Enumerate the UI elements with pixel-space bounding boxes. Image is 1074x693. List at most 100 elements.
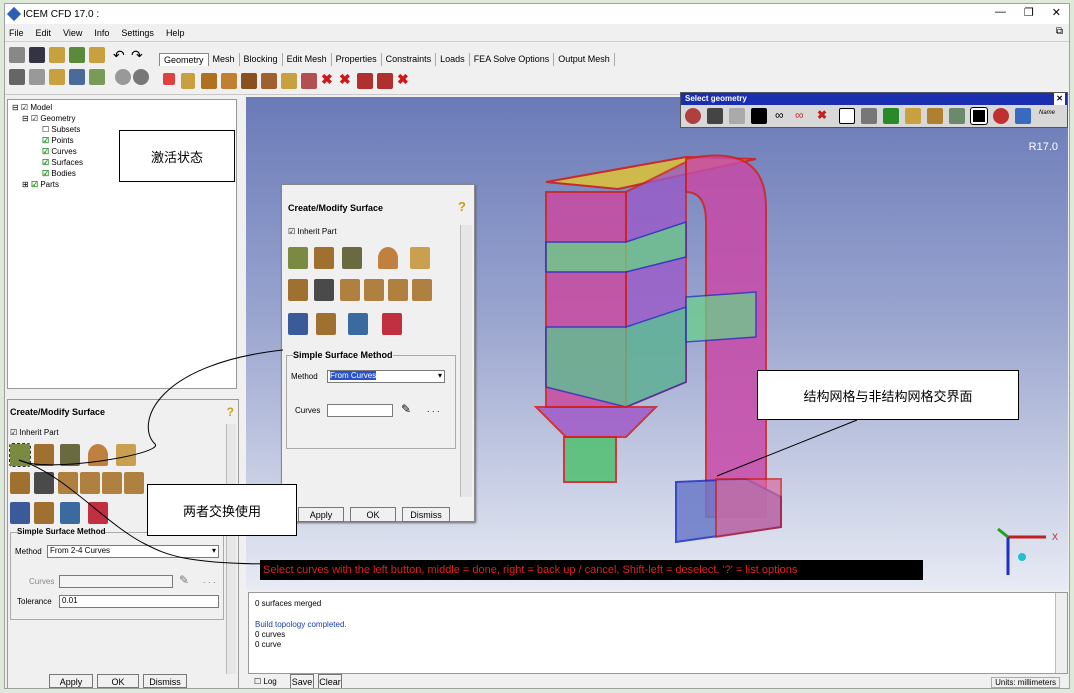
- dismiss-button[interactable]: Dismiss: [143, 674, 187, 688]
- new-icon[interactable]: [9, 47, 25, 63]
- midsurface-2-icon[interactable]: [60, 502, 80, 524]
- open-blocking-icon[interactable]: [89, 47, 105, 63]
- menu-settings[interactable]: Settings: [121, 28, 154, 38]
- geometry-transform-icon[interactable]: [281, 73, 297, 89]
- method-dropdown[interactable]: From 2-4 Curves ▾: [47, 545, 219, 558]
- tab-blocking[interactable]: Blocking: [240, 53, 283, 66]
- extend-surface-icon[interactable]: [124, 472, 144, 494]
- help-icon[interactable]: ?: [458, 199, 466, 214]
- measure-icon[interactable]: [49, 69, 65, 85]
- more-options-icon[interactable]: . . .: [427, 404, 440, 414]
- ok-button[interactable]: OK: [97, 674, 139, 688]
- create-body-icon[interactable]: [221, 73, 237, 89]
- surface-of-revolution-icon[interactable]: [378, 247, 398, 269]
- save-icon[interactable]: [29, 47, 45, 63]
- tab-geometry[interactable]: Geometry: [159, 53, 209, 66]
- save-button[interactable]: Save: [290, 674, 314, 688]
- simple-surface-icon[interactable]: [9, 443, 31, 467]
- method-dropdown[interactable]: From Curves ▾: [327, 370, 445, 383]
- faceted-icon[interactable]: [241, 73, 257, 89]
- curve-driven-icon[interactable]: [34, 444, 54, 466]
- help-icon[interactable]: ?: [227, 405, 234, 419]
- tab-loads[interactable]: Loads: [436, 53, 470, 66]
- menu-info[interactable]: Info: [94, 28, 109, 38]
- tree-subsets[interactable]: ☐ Subsets: [42, 125, 80, 134]
- dismiss-button[interactable]: Dismiss: [402, 507, 450, 522]
- tab-fea-solve-options[interactable]: FEA Solve Options: [470, 53, 555, 66]
- sweep-surface-icon[interactable]: [342, 247, 362, 269]
- unstructured-surface-icon[interactable]: [382, 313, 402, 335]
- tree-model[interactable]: ⊟ ☑ Model: [12, 103, 52, 112]
- tab-output-mesh[interactable]: Output Mesh: [554, 53, 615, 66]
- tree-parts[interactable]: ⊞ ☑ Parts: [22, 180, 59, 189]
- geometry-simplification-icon[interactable]: [10, 502, 30, 524]
- tab-edit-mesh[interactable]: Edit Mesh: [283, 53, 332, 66]
- repair-geometry-icon[interactable]: [261, 73, 277, 89]
- midsurface-2-icon[interactable]: [348, 313, 368, 335]
- curve-driven-icon[interactable]: [314, 247, 334, 269]
- delete-curve-icon[interactable]: ✖: [339, 71, 351, 88]
- tree-bodies[interactable]: ☑ Bodies: [42, 169, 76, 178]
- tree-geometry[interactable]: ⊟ ☑ Geometry: [22, 114, 75, 123]
- merge-surface-icon[interactable]: [388, 279, 408, 301]
- display-icon[interactable]: [115, 69, 131, 85]
- undo-icon[interactable]: ↶: [113, 47, 125, 64]
- more-options-icon[interactable]: . . .: [203, 575, 216, 585]
- delete-any-entity-icon[interactable]: ✖: [397, 71, 409, 88]
- apply-button[interactable]: Apply: [49, 674, 93, 688]
- view-icon[interactable]: [133, 69, 149, 85]
- extend-surface-icon[interactable]: [412, 279, 432, 301]
- offset-surface-icon[interactable]: [10, 472, 30, 494]
- tab-constraints[interactable]: Constraints: [382, 53, 437, 66]
- apply-button[interactable]: Apply: [298, 507, 344, 522]
- menu-file[interactable]: File: [9, 28, 24, 38]
- inherit-part-checkbox[interactable]: ☑ Inherit Part: [10, 428, 59, 437]
- select-curves-icon[interactable]: ✎: [179, 573, 189, 587]
- fit-window-icon[interactable]: [9, 69, 25, 85]
- curves-field[interactable]: [327, 404, 393, 417]
- simple-surface-icon[interactable]: [288, 247, 308, 269]
- menu-view[interactable]: View: [63, 28, 82, 38]
- trim-surface-icon[interactable]: [80, 472, 100, 494]
- tab-mesh[interactable]: Mesh: [209, 53, 240, 66]
- create-point-icon[interactable]: [163, 73, 175, 85]
- segment-surface-icon[interactable]: [58, 472, 78, 494]
- panel-scrollbar[interactable]: [226, 424, 236, 674]
- minimize-icon[interactable]: —: [995, 6, 1006, 19]
- open-mesh-icon[interactable]: [69, 47, 85, 63]
- open-geometry-icon[interactable]: [49, 47, 65, 63]
- sweep-surface-icon[interactable]: [60, 444, 80, 466]
- segment-surface-icon[interactable]: [340, 279, 360, 301]
- wireframe-icon[interactable]: [89, 69, 105, 85]
- offset-surface-icon[interactable]: [288, 279, 308, 301]
- delete-body-icon[interactable]: [377, 73, 393, 89]
- tree-points[interactable]: ☑ Points: [42, 136, 74, 145]
- midsurface-icon[interactable]: [314, 279, 334, 301]
- trim-surface-icon[interactable]: [364, 279, 384, 301]
- create-curve-icon[interactable]: [181, 73, 195, 89]
- standard-shapes-icon[interactable]: [34, 502, 54, 524]
- loft-surface-icon[interactable]: [116, 444, 136, 466]
- curves-field[interactable]: [59, 575, 173, 588]
- restore-icon[interactable]: ❐: [1024, 6, 1034, 19]
- loft-surface-icon[interactable]: [410, 247, 430, 269]
- solid-view-icon[interactable]: [69, 69, 85, 85]
- zoom-icon[interactable]: [29, 69, 45, 85]
- create-surface-icon[interactable]: [201, 73, 217, 89]
- merge-surface-icon[interactable]: [102, 472, 122, 494]
- restore-dormant-icon[interactable]: [301, 73, 317, 89]
- tree-surfaces[interactable]: ☑ Surfaces: [42, 158, 83, 167]
- menu-help[interactable]: Help: [166, 28, 185, 38]
- tab-properties[interactable]: Properties: [332, 53, 382, 66]
- tree-curves[interactable]: ☑ Curves: [42, 147, 77, 156]
- ok-button[interactable]: OK: [350, 507, 396, 522]
- console-scrollbar[interactable]: [1055, 593, 1067, 673]
- select-curves-icon[interactable]: ✎: [401, 402, 411, 416]
- close-icon[interactable]: ✕: [1052, 6, 1061, 19]
- clear-button[interactable]: Clear: [318, 674, 342, 688]
- unstructured-surface-icon[interactable]: [88, 502, 108, 524]
- tolerance-field[interactable]: 0.01: [59, 595, 219, 608]
- mdi-restore-icon[interactable]: ⧉: [1056, 26, 1063, 37]
- delete-point-icon[interactable]: ✖: [321, 71, 333, 88]
- geometry-simplification-icon[interactable]: [288, 313, 308, 335]
